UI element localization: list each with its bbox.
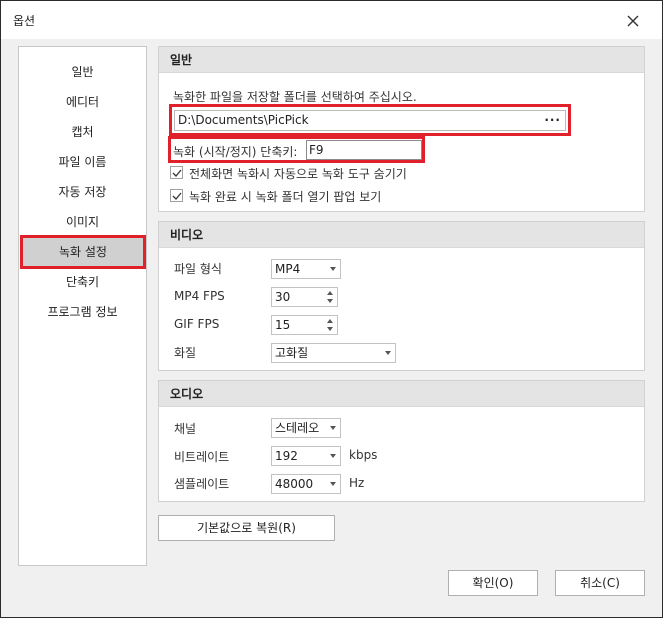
samplerate-unit: Hz [349,476,365,490]
folder-prompt-text: 녹화한 파일을 저장할 폴더를 선택하여 주십시오. [173,90,417,104]
category-sidebar: 일반 에디터 캡처 파일 이름 자동 저장 이미지 녹화 설정 단축키 프로그램… [18,46,147,566]
sidebar-item-label: 자동 저장 [58,185,107,199]
sidebar-item-label: 녹화 설정 [59,245,107,259]
samplerate-select[interactable]: 48000 [271,474,341,494]
checkmark-icon [172,169,182,177]
sidebar-item-file-name[interactable]: 파일 이름 [19,147,146,177]
sidebar-item-shortcuts[interactable]: 단축키 [19,267,146,297]
chevron-down-icon [330,482,336,486]
fullscreen-autohide-label: 전체화면 녹화시 자동으로 녹화 도구 숨기기 [189,167,407,181]
bitrate-select[interactable]: 192 [271,446,341,466]
bitrate-unit: kbps [349,448,378,462]
hotkey-highlight: 녹화 (시작/정지) 단축키: F9 [168,136,425,163]
chevron-down-icon [385,351,391,355]
sidebar-item-label: 에디터 [65,95,100,109]
quality-label: 화질 [174,346,197,360]
sidebar-item-image[interactable]: 이미지 [19,207,146,237]
browse-folder-button[interactable]: ··· [544,111,561,130]
audio-group-header: 오디오 [159,381,644,407]
quality-value: 고화질 [275,346,309,360]
options-dialog: 옵션 일반 에디터 캡처 파일 이름 자동 저장 이미지 녹화 설정 단축키 프… [0,0,663,618]
mp4-fps-spinner[interactable]: 30 [271,287,338,307]
fullscreen-autohide-checkbox[interactable] [170,166,183,179]
sidebar-item-capture[interactable]: 캡처 [19,117,146,147]
bitrate-label: 비트레이트 [174,450,230,464]
quality-select[interactable]: 고화질 [271,343,396,363]
cancel-button[interactable]: 취소(C) [555,570,645,596]
file-format-label: 파일 형식 [174,262,222,276]
folder-path-highlight: D:\Documents\PicPick ··· [169,104,571,136]
window-title: 옵션 [13,14,36,28]
sidebar-item-program-info[interactable]: 프로그램 정보 [19,297,146,327]
file-format-select[interactable]: MP4 [271,259,341,279]
general-group-header: 일반 [159,47,644,73]
video-group: 비디오 [158,221,645,371]
dialog-content: 일반 에디터 캡처 파일 이름 자동 저장 이미지 녹화 설정 단축키 프로그램… [1,39,662,617]
channel-select[interactable]: 스테레오 [271,418,341,438]
open-folder-popup-checkbox[interactable] [170,189,183,202]
video-group-header: 비디오 [159,222,644,248]
sidebar-item-editor[interactable]: 에디터 [19,87,146,117]
mp4-fps-label: MP4 FPS [174,289,225,303]
hotkey-value: F9 [309,143,324,157]
close-icon [627,15,639,27]
sidebar-item-label: 프로그램 정보 [47,305,118,319]
sidebar-item-label: 이미지 [65,215,100,229]
audio-group: 오디오 [158,380,645,502]
sidebar-item-label: 캡처 [71,125,94,139]
hotkey-label: 녹화 (시작/정지) 단축키: [173,145,298,159]
chevron-down-icon [330,267,336,271]
close-button[interactable] [619,7,647,35]
channel-label: 채널 [174,422,197,436]
mp4-fps-value: 30 [275,290,291,304]
folder-path-field[interactable]: D:\Documents\PicPick ··· [174,110,566,131]
gif-fps-spinner[interactable]: 15 [271,315,338,335]
sidebar-item-recording-settings[interactable]: 녹화 설정 [20,235,146,269]
file-format-value: MP4 [275,262,301,276]
channel-value: 스테레오 [275,421,320,435]
reset-defaults-button[interactable]: 기본값으로 복원(R) [158,515,335,541]
sidebar-item-auto-save[interactable]: 자동 저장 [19,177,146,207]
title-bar: 옵션 [1,1,662,39]
spin-down-icon[interactable] [327,327,333,331]
open-folder-popup-label: 녹화 완료 시 녹화 폴더 열기 팝업 보기 [189,190,382,204]
sidebar-item-label: 단축키 [65,275,100,289]
sidebar-item-general[interactable]: 일반 [19,57,146,87]
sidebar-item-label: 파일 이름 [58,155,107,169]
hotkey-input[interactable]: F9 [306,140,422,160]
samplerate-value: 48000 [275,477,314,491]
spin-up-icon[interactable] [327,291,333,295]
ok-button[interactable]: 확인(O) [448,570,538,596]
sidebar-item-label: 일반 [71,65,94,79]
bitrate-value: 192 [275,449,298,463]
samplerate-label: 샘플레이트 [174,477,230,491]
chevron-down-icon [330,426,336,430]
checkmark-icon [172,192,182,200]
spin-down-icon[interactable] [327,299,333,303]
gif-fps-label: GIF FPS [174,317,220,331]
gif-fps-value: 15 [275,318,291,332]
chevron-down-icon [330,454,336,458]
folder-path-value: D:\Documents\PicPick [178,113,309,127]
spin-up-icon[interactable] [327,319,333,323]
